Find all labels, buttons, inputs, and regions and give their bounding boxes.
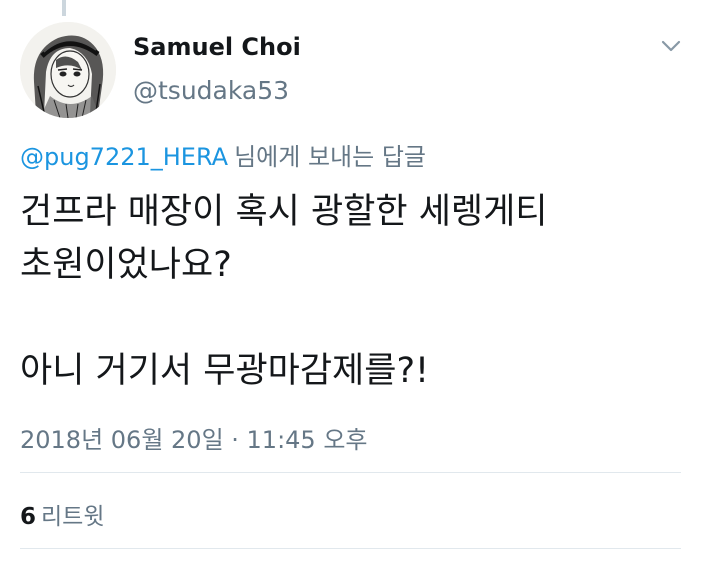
tweet-text: 건프라 매장이 혹시 광할한 세렝게티 초원이었나요? 아니 거기서 무광마감제… [20, 186, 680, 398]
author-handle[interactable]: @tsudaka53 [133, 76, 289, 105]
reply-mention-link[interactable]: @pug7221_HERA [20, 143, 228, 171]
author-display-name[interactable]: Samuel Choi [133, 33, 301, 61]
divider [20, 548, 681, 549]
manga-drawing-avatar-icon [20, 22, 116, 118]
thread-connector-line [62, 0, 66, 16]
divider [20, 472, 681, 473]
tweet-text-line: 초원이었나요? [20, 245, 232, 285]
reply-context: @pug7221_HERA 님에게 보내는 답글 [20, 137, 426, 172]
tweet-text-line: 건프라 매장이 혹시 광할한 세렝게티 [20, 192, 548, 232]
reply-context-label: 님에게 보내는 답글 [234, 143, 426, 171]
tweet-text-line: 아니 거기서 무광마감제를?! [20, 351, 430, 391]
retweet-count: 6 [20, 504, 37, 530]
retweet-label: 리트윗 [41, 504, 105, 530]
retweet-stats[interactable]: 6 리트윗 [20, 497, 105, 531]
tweet-timestamp: 2018년 06월 20일 · 11:45 오후 [20, 426, 368, 454]
avatar[interactable] [20, 22, 116, 118]
chevron-down-icon[interactable] [660, 38, 682, 54]
